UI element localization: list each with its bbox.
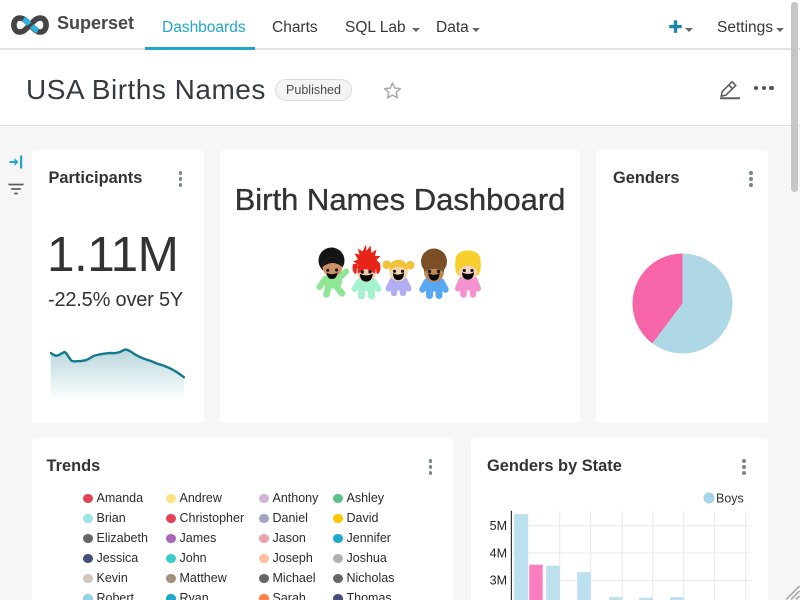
svg-text:4M: 4M [490,547,507,561]
svg-text:5M: 5M [490,519,507,533]
svg-text:Boys: Boys [716,492,744,506]
svg-text:3M: 3M [490,574,507,588]
